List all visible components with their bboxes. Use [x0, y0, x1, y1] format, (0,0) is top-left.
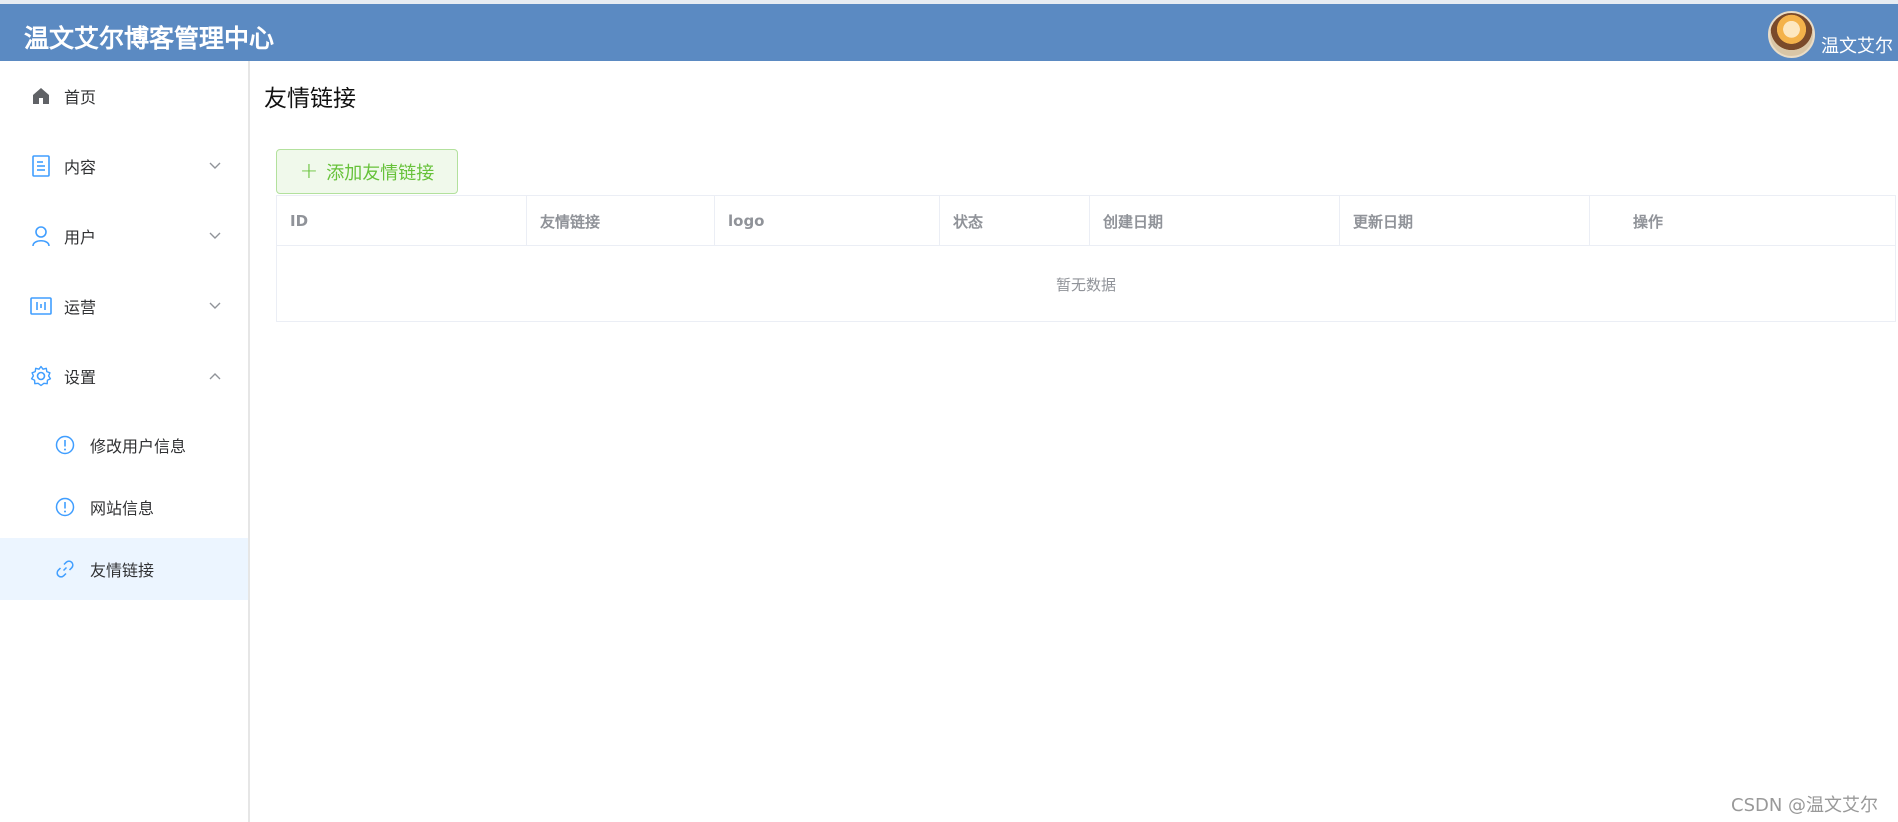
friend-links-table: ID 友情链接 logo 状态 创建日期 更新日期 操作 暂无数据: [276, 195, 1896, 322]
sidebar-item-home[interactable]: 首页: [0, 61, 248, 131]
home-icon: [30, 85, 52, 107]
link-icon: [55, 559, 75, 579]
column-header-updated-date[interactable]: 更新日期: [1340, 196, 1590, 246]
add-friend-link-label: 添加友情链接: [326, 162, 435, 184]
sidebar: 首页 内容 用户 运营 设置 修改用户信息 网站信息 友情链接: [0, 61, 250, 822]
column-header-actions[interactable]: 操作: [1590, 196, 1895, 246]
main-content: 友情链接 + 添加友情链接 ID 友情链接 logo 状态 创建日期 更新日期 …: [252, 61, 1898, 822]
page-title: 友情链接: [264, 86, 356, 112]
sidebar-item-label: 首页: [64, 88, 97, 107]
sidebar-item-users[interactable]: 用户: [0, 201, 248, 271]
sidebar-item-content[interactable]: 内容: [0, 131, 248, 201]
sidebar-item-label: 运营: [64, 298, 97, 317]
sidebar-subitem-edit-user-info[interactable]: 修改用户信息: [0, 414, 248, 476]
chevron-down-icon: [208, 299, 222, 313]
sidebar-item-label: 设置: [64, 368, 97, 387]
sidebar-item-settings[interactable]: 设置: [0, 341, 248, 411]
add-friend-link-button[interactable]: + 添加友情链接: [276, 149, 458, 194]
sidebar-item-operations[interactable]: 运营: [0, 271, 248, 341]
sidebar-subitem-label: 友情链接: [90, 561, 155, 580]
column-header-status[interactable]: 状态: [940, 196, 1090, 246]
info-icon: [55, 497, 75, 517]
app-title: 温文艾尔博客管理中心: [24, 24, 275, 53]
chevron-up-icon: [208, 369, 222, 383]
chevron-down-icon: [208, 159, 222, 173]
watermark: CSDN @温文艾尔: [1731, 795, 1879, 816]
chevron-down-icon: [208, 229, 222, 243]
operations-icon: [30, 295, 52, 317]
avatar[interactable]: [1768, 11, 1815, 58]
table-header: ID 友情链接 logo 状态 创建日期 更新日期 操作: [277, 196, 1895, 246]
user-name[interactable]: 温文艾尔: [1821, 32, 1893, 58]
info-icon: [55, 435, 75, 455]
plus-icon: +: [299, 158, 319, 184]
table-empty-text: 暂无数据: [1055, 275, 1116, 294]
sidebar-subitem-label: 修改用户信息: [90, 437, 187, 456]
sidebar-subitem-site-info[interactable]: 网站信息: [0, 476, 248, 538]
column-header-id[interactable]: ID: [277, 196, 527, 246]
column-header-logo[interactable]: logo: [715, 196, 940, 246]
sidebar-subitem-label: 网站信息: [90, 499, 155, 518]
column-header-link[interactable]: 友情链接: [527, 196, 715, 246]
column-header-created-date[interactable]: 创建日期: [1090, 196, 1340, 246]
gear-icon: [30, 365, 52, 387]
document-icon: [30, 155, 52, 177]
sidebar-item-label: 内容: [64, 158, 97, 177]
sidebar-subitem-friend-links[interactable]: 友情链接: [0, 538, 248, 600]
user-icon: [30, 225, 52, 247]
sidebar-item-label: 用户: [64, 228, 97, 247]
top-header: 温文艾尔博客管理中心 温文艾尔: [0, 0, 1898, 61]
